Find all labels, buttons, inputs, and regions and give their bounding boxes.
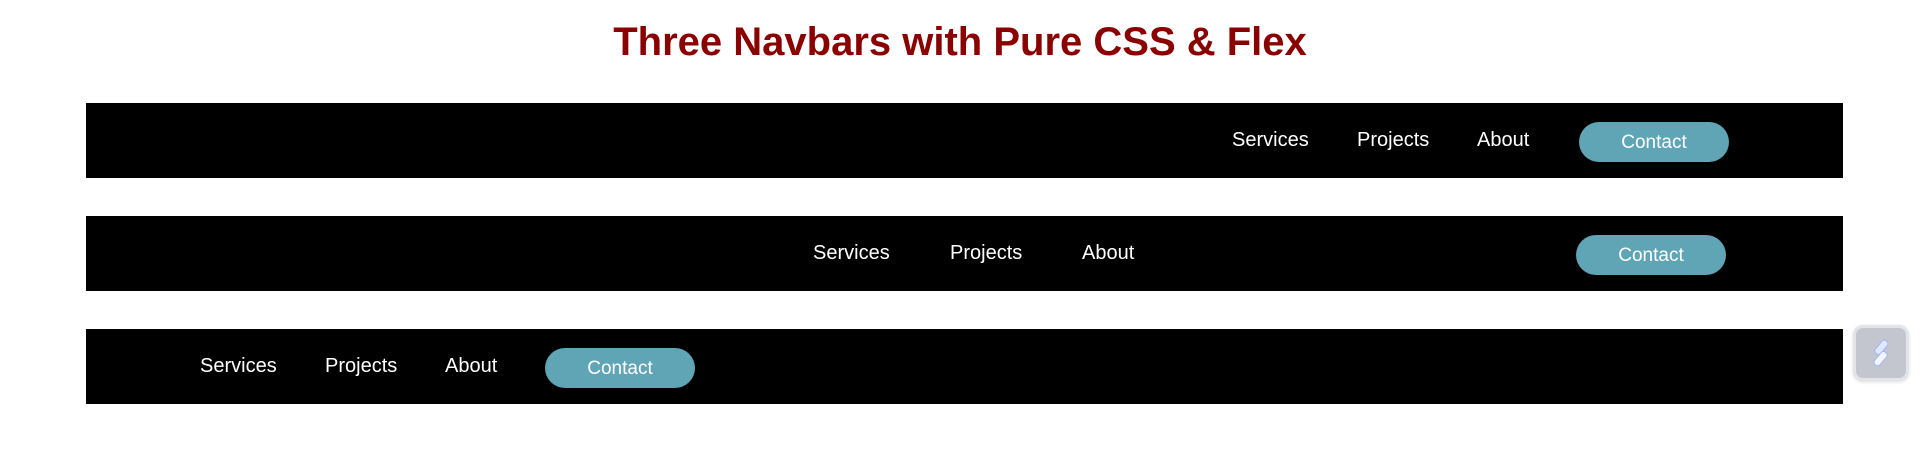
nav-link-services[interactable]: Services: [813, 216, 890, 291]
navbar-center-aligned: Services Projects About Contact: [86, 216, 1843, 291]
page: Three Navbars with Pure CSS & Flex Servi…: [0, 0, 1920, 462]
pen-icon: [1873, 339, 1889, 367]
navbar-left-aligned: Services Projects About Contact: [86, 329, 1843, 404]
contact-button[interactable]: Contact: [1579, 122, 1729, 162]
nav-link-services[interactable]: Services: [200, 329, 277, 404]
nav-link-about[interactable]: About: [1082, 216, 1134, 291]
nav-link-about[interactable]: About: [1477, 103, 1529, 178]
nav-link-about[interactable]: About: [445, 329, 497, 404]
nav-link-services[interactable]: Services: [1232, 103, 1309, 178]
navbar-right-aligned: Services Projects About Contact: [86, 103, 1843, 178]
nav-link-projects[interactable]: Projects: [325, 329, 397, 404]
floating-widget-button[interactable]: [1853, 325, 1909, 381]
page-title: Three Navbars with Pure CSS & Flex: [613, 20, 1307, 64]
contact-button[interactable]: Contact: [1576, 235, 1726, 275]
nav-link-projects[interactable]: Projects: [1357, 103, 1429, 178]
contact-button[interactable]: Contact: [545, 348, 695, 388]
nav-link-projects[interactable]: Projects: [950, 216, 1022, 291]
